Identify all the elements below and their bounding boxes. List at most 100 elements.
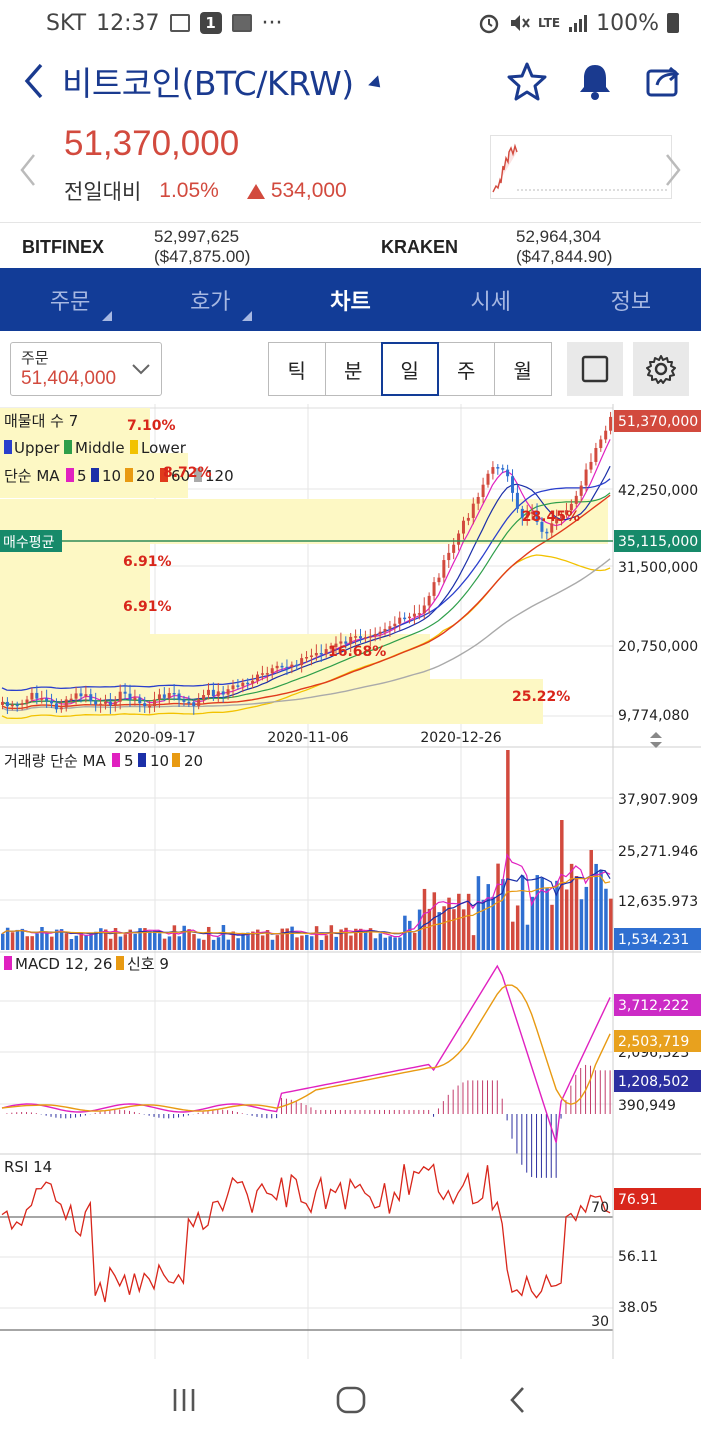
macd-swatch: [4, 956, 12, 970]
price-summary: 51,370,000 전일대비 1.05% 534,000: [0, 120, 701, 220]
x-tick: 2020-09-17: [114, 730, 195, 746]
volume-last-value: 1,534.231: [618, 932, 689, 948]
gear-icon: [646, 355, 676, 384]
candle: [226, 689, 230, 695]
candle: [54, 703, 58, 710]
candle: [388, 626, 392, 629]
panel-bg: [0, 954, 701, 1154]
candle: [471, 503, 475, 518]
volume-bar: [574, 875, 579, 950]
alert-button[interactable]: [571, 57, 619, 105]
candle: [202, 695, 206, 700]
tab-info[interactable]: 정보: [561, 268, 701, 331]
period-day-button[interactable]: 일: [381, 342, 439, 396]
candle: [594, 448, 598, 462]
macd-tag-value: 3,712,222: [618, 998, 689, 1014]
favorite-button[interactable]: [503, 57, 551, 105]
tab-orderbook[interactable]: 호가: [140, 268, 280, 331]
middle-swatch: [64, 440, 72, 454]
chevron-right-icon: [666, 154, 681, 186]
volume-bar: [216, 937, 221, 950]
title-dropdown-icon[interactable]: [367, 75, 385, 93]
candle: [545, 531, 549, 534]
candle: [427, 595, 431, 606]
exchange-name: KRAKEN: [381, 236, 459, 257]
candle: [574, 495, 578, 504]
recent-apps-button[interactable]: [154, 1370, 214, 1430]
nav-back-button[interactable]: [488, 1370, 548, 1430]
candle: [138, 697, 142, 704]
volume-bar: [15, 929, 20, 950]
candle: [432, 582, 436, 596]
y-tick: 20,750,000: [618, 639, 698, 655]
home-icon: [336, 1386, 365, 1414]
candle: [15, 704, 19, 707]
volume-bar: [589, 850, 593, 950]
y-tick: 31,500,000: [618, 560, 698, 576]
page-title[interactable]: 비트코인(BTC/KRW): [62, 57, 354, 105]
period-tick-button[interactable]: 틱: [268, 342, 326, 396]
volume-bar: [447, 897, 451, 950]
tab-quotes[interactable]: 시세: [421, 268, 561, 331]
volume-bar: [363, 931, 368, 950]
tab-chart[interactable]: 차트: [280, 268, 420, 331]
candle: [481, 484, 485, 497]
app-header: 비트코인(BTC/KRW): [0, 48, 701, 114]
candle: [143, 703, 147, 707]
period-month-button[interactable]: 월: [494, 342, 552, 396]
volume-bar: [599, 869, 603, 950]
volume-bar: [157, 933, 162, 950]
vol-ma10-swatch: [138, 753, 146, 767]
back-button[interactable]: [6, 51, 62, 111]
mini-chart[interactable]: [490, 135, 672, 199]
candle: [35, 692, 39, 699]
volume-bar: [79, 933, 83, 950]
candle: [256, 674, 260, 681]
candle: [20, 703, 24, 705]
candle: [133, 697, 137, 700]
chart-area[interactable]: 매수평균 매물대 수 7 Upper Middle Lower 단순 MA 5 …: [0, 404, 701, 1359]
candle: [604, 430, 608, 440]
corner-icon: [242, 311, 253, 321]
fullscreen-button[interactable]: [567, 342, 623, 396]
share-button[interactable]: [639, 57, 687, 105]
candle: [157, 694, 161, 700]
tab-order[interactable]: 주문: [0, 268, 140, 331]
change-percent: 1.05%: [159, 179, 219, 202]
period-minute-button[interactable]: 분: [324, 342, 382, 396]
candle: [187, 701, 191, 704]
profile-pct: 7.10%: [127, 418, 176, 434]
candle: [515, 492, 519, 509]
chart-toolbar: 주문 51,404,000 틱 분 일 주 월: [0, 334, 701, 402]
volume-bar: [564, 889, 569, 950]
volume-bar: [74, 935, 79, 950]
candle: [417, 613, 421, 615]
volume-bar: [535, 875, 540, 950]
next-coin-button[interactable]: [663, 152, 683, 192]
y-tick: 12,635.973: [618, 894, 698, 910]
candle: [103, 701, 107, 704]
candle: [457, 533, 461, 545]
lower-swatch: [130, 440, 138, 454]
volume-bar: [182, 925, 186, 950]
candle: [153, 699, 157, 706]
order-price-select[interactable]: 주문 51,404,000: [10, 342, 162, 396]
candle: [447, 552, 451, 561]
volume-bar: [305, 934, 309, 950]
exchange-prices: BITFINEX 52,997,625 ($47,875.00) KRAKEN …: [0, 227, 701, 266]
period-week-button[interactable]: 주: [437, 342, 495, 396]
volume-legend: 거래량 단순 MA: [4, 752, 106, 770]
home-button[interactable]: [321, 1370, 381, 1430]
volume-bar: [206, 926, 211, 950]
prev-coin-button[interactable]: [18, 152, 38, 192]
star-icon: [507, 62, 547, 101]
volume-bar: [408, 920, 412, 950]
volume-bar: [457, 893, 461, 950]
volume-bar: [393, 937, 397, 950]
recent-apps-icon: [173, 1389, 194, 1411]
chart-settings-button[interactable]: [633, 342, 689, 396]
candle: [319, 653, 323, 655]
candle: [246, 682, 250, 685]
volume-bar: [378, 933, 383, 950]
signal-legend: 신호 9: [127, 955, 169, 973]
